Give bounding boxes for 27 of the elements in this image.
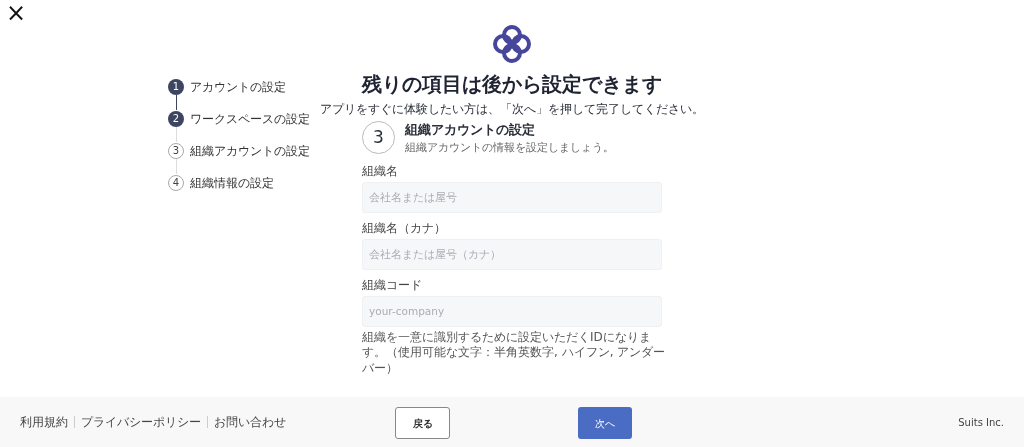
company-name: Suits Inc. (958, 415, 1004, 430)
back-button[interactable]: 戻る (395, 407, 450, 439)
step-number: 2 (168, 110, 184, 127)
field-label: 組織名（カナ） (362, 220, 447, 236)
input-field[interactable]: 会社名または屋号（カナ） (362, 238, 662, 270)
step-label: 組織情報の設定 (190, 174, 274, 192)
subtitle-text: アプリをすぐに体験したい方は、「次へ」を押して完了してください。 (320, 101, 704, 118)
close-button[interactable]: × (2, 0, 31, 26)
logo-icon (491, 24, 533, 64)
next-button[interactable]: 次へ (578, 407, 632, 439)
step-label: 組織アカウントの設定 (190, 142, 310, 160)
step-label: アカウントの設定 (190, 78, 286, 96)
footer-link[interactable]: プライバシーポリシー (74, 416, 207, 428)
section-heading: 組織アカウントの設定 (405, 121, 536, 140)
page-title: 残りの項目は後から設定できます (362, 72, 662, 96)
footer-link[interactable]: 利用規約 (20, 416, 74, 428)
hint-text: 組織を一意に識別するために設定いただくIDになります。（使用可能な文字：半角英数字, ハイフン, アンダーバー） (362, 329, 667, 377)
input-field[interactable]: your-company (362, 295, 662, 327)
section-description: 組織アカウントの情報を設定しましょう。 (405, 139, 614, 155)
input-field[interactable]: 会社名または屋号 (362, 181, 662, 213)
field-label: 組織名 (362, 163, 399, 179)
footer-link[interactable]: お問い合わせ (207, 416, 292, 428)
step-number: 3 (168, 142, 184, 159)
step-label: ワークスペースの設定 (190, 110, 310, 128)
field-label: 組織コード (362, 277, 423, 293)
step-number: 4 (168, 174, 184, 191)
step-number: 1 (168, 78, 184, 95)
